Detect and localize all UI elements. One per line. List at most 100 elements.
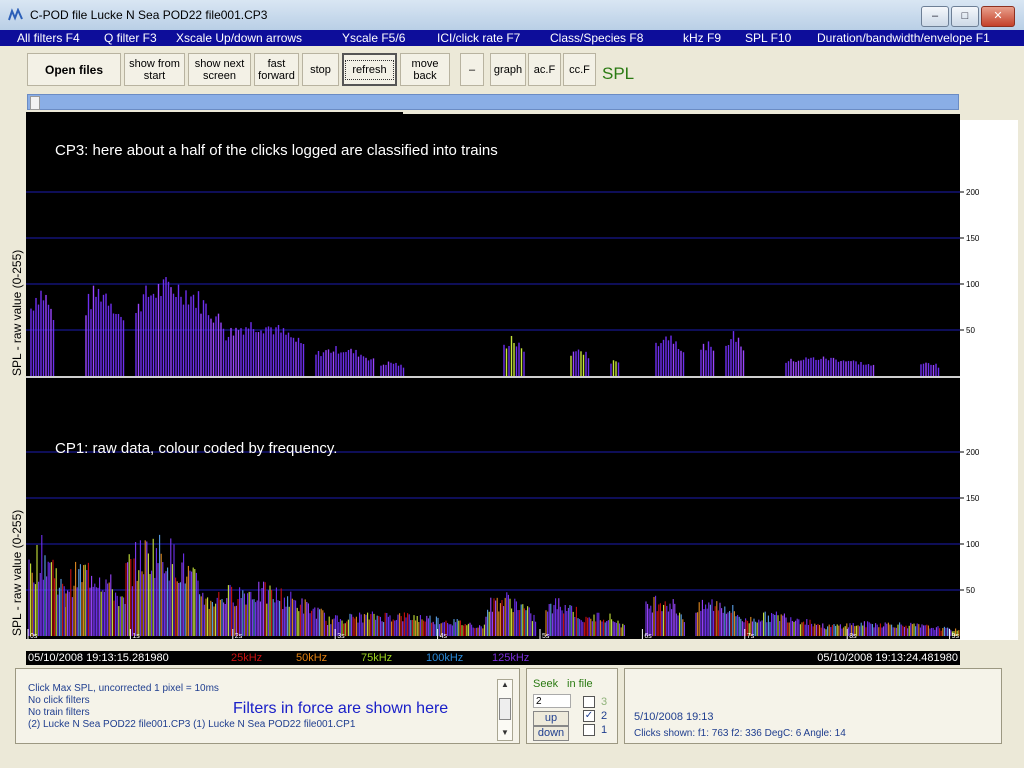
file-option-checkbox[interactable]: ✓ <box>583 710 595 723</box>
y-tick-label: 100 <box>966 280 980 289</box>
file-option-label: 2 <box>601 710 608 722</box>
file-option-checkbox[interactable] <box>583 696 595 709</box>
stop-button[interactable]: stop <box>302 53 339 86</box>
stop-label: stop <box>310 63 331 76</box>
cp3-annotation: CP3: here about a half of the clicks log… <box>55 142 498 159</box>
window-title: C-POD file Lucke N Sea POD22 file001.CP3 <box>30 8 268 22</box>
zoom-out-label: – <box>468 63 476 76</box>
show-from-start-label-1: show from <box>129 57 180 70</box>
menu-duration-bandwidth[interactable]: Duration/bandwidth/envelope F1 <box>817 30 990 46</box>
title-bar: C-POD file Lucke N Sea POD22 file001.CP3… <box>0 0 1024 31</box>
menu-bar: All filters F4 Q filter F3 Xscale Up/dow… <box>0 30 1024 46</box>
filters-scroll-thumb[interactable] <box>499 698 511 720</box>
cc-f-button[interactable]: cc.F <box>563 53 596 86</box>
menu-xscale[interactable]: Xscale Up/down arrows <box>176 30 302 46</box>
seek-label: Seek <box>533 678 559 690</box>
maximize-button[interactable]: □ <box>951 6 979 27</box>
freq-legend-25: 25kHz <box>231 652 263 664</box>
menu-ici-click-rate[interactable]: ICI/click rate F7 <box>437 30 520 46</box>
clicks-shown: Clicks shown: f1: 763 f2: 336 DegC: 6 An… <box>634 728 846 739</box>
zoom-out-button[interactable]: – <box>460 53 484 86</box>
scroll-up-arrow-icon[interactable]: ▲ <box>498 680 512 690</box>
x-tick-label: 2s <box>235 633 243 639</box>
show-next-screen-label-2: screen <box>202 69 237 82</box>
filters-panel: Click Max SPL, uncorrected 1 pixel = 10m… <box>15 668 520 744</box>
freq-legend-100: 100kHz <box>426 652 464 664</box>
cp1-annotation: CP1: raw data, colour coded by frequency… <box>55 440 337 457</box>
y-tick-label: 50 <box>966 326 975 335</box>
ac-f-button[interactable]: ac.F <box>528 53 561 86</box>
y-tick-label: 200 <box>966 188 980 197</box>
open-files-label: Open files <box>44 62 103 77</box>
move-back-label-2: back <box>413 69 437 82</box>
start-timestamp: 05/10/2008 19:13:15.281980 <box>28 652 169 664</box>
x-tick-label: 7s <box>747 633 755 639</box>
menu-khz[interactable]: kHz F9 <box>683 30 721 46</box>
move-back-button[interactable]: move back <box>400 53 450 86</box>
file-option-label: 1 <box>601 724 608 736</box>
y-tick-label: 150 <box>966 494 980 503</box>
mode-label: SPL <box>602 64 635 83</box>
filter-line-1: Click Max SPL, uncorrected 1 pixel = 10m… <box>28 683 219 694</box>
x-tick-label: 6s <box>644 633 652 639</box>
bottom-y-axis-label: SPL - raw value (0-255) <box>10 509 24 636</box>
freq-legend-50: 50kHz <box>296 652 328 664</box>
filters-scrollbar[interactable]: ▲ ▼ <box>497 679 513 741</box>
y-axis-panel: 200 200 150 150 100 100 50 50 <box>960 120 1018 640</box>
seek-down-button[interactable]: down <box>533 726 569 741</box>
show-from-start-label-2: start <box>143 69 166 82</box>
time-bar: 05/10/2008 19:13:15.281980 25kHz 50kHz 7… <box>26 651 960 665</box>
x-tick-label: 1s <box>132 633 140 639</box>
y-tick-label: 200 <box>966 448 980 457</box>
info-panel: 5/10/2008 19:13 Clicks shown: f1: 763 f2… <box>624 668 1002 744</box>
file-option-checkbox[interactable] <box>583 724 595 737</box>
end-timestamp: 05/10/2008 19:13:24.481980 <box>817 652 958 664</box>
move-back-label-1: move <box>411 57 439 70</box>
file-options: 3 ✓ 2 1 <box>583 695 607 737</box>
minimize-button[interactable]: – <box>921 6 949 27</box>
refresh-button[interactable]: refresh <box>342 53 397 86</box>
seek-up-button[interactable]: up <box>533 711 569 726</box>
menu-spl[interactable]: SPL F10 <box>745 30 791 46</box>
graph-button[interactable]: graph <box>490 53 526 86</box>
x-tick-label: 0s <box>30 633 38 639</box>
file-option-1[interactable]: 1 <box>583 723 607 737</box>
seek-value-input[interactable] <box>533 694 571 708</box>
scroll-down-arrow-icon[interactable]: ▼ <box>498 728 512 738</box>
scrollbar-thumb[interactable] <box>30 96 40 110</box>
in-file-label: in file <box>567 678 593 690</box>
y-tick-label: 150 <box>966 234 980 243</box>
y-tick-label: 50 <box>966 586 975 595</box>
freq-legend-75: 75kHz <box>361 652 393 664</box>
ac-f-label: ac.F <box>533 63 556 76</box>
file-option-3[interactable]: 3 <box>583 695 607 709</box>
filter-line-4: (2) Lucke N Sea POD22 file001.CP3 (1) Lu… <box>28 719 356 730</box>
y-tick-label: 100 <box>966 540 980 549</box>
x-tick-label: 5s <box>542 633 550 639</box>
file-option-label: 3 <box>601 696 608 708</box>
show-from-start-button[interactable]: show from start <box>124 53 185 86</box>
graph-label: graph <box>493 63 523 76</box>
spl-plot-area: CP3: here about a half of the clicks log… <box>26 114 960 639</box>
cc-f-label: cc.F <box>569 63 590 76</box>
menu-class-species[interactable]: Class/Species F8 <box>550 30 643 46</box>
top-y-axis-label: SPL - raw value (0-255) <box>10 249 24 376</box>
status-area: Click Max SPL, uncorrected 1 pixel = 10m… <box>0 666 1024 768</box>
open-files-button[interactable]: Open files <box>27 53 121 86</box>
toolbar: Open files show from start show next scree… <box>0 47 1024 93</box>
freq-legend-125: 125kHz <box>492 652 530 664</box>
show-next-screen-button[interactable]: show next screen <box>188 53 251 86</box>
close-button[interactable]: ✕ <box>981 6 1015 27</box>
x-tick-label: 9s <box>952 633 960 639</box>
y-axis: 200 200 150 150 100 100 50 50 <box>960 188 980 595</box>
file-option-2[interactable]: ✓ 2 <box>583 709 607 723</box>
menu-all-filters[interactable]: All filters F4 <box>17 30 80 46</box>
x-tick-label: 8s <box>849 633 857 639</box>
time-scrollbar[interactable] <box>27 94 959 110</box>
show-next-screen-label-1: show next <box>194 57 245 70</box>
menu-q-filter[interactable]: Q filter F3 <box>104 30 157 46</box>
fast-forward-label-1: fast <box>267 57 286 70</box>
fast-forward-button[interactable]: fast forward <box>254 53 299 86</box>
menu-yscale[interactable]: Yscale F5/6 <box>342 30 405 46</box>
x-tick-label: 3s <box>337 633 345 639</box>
